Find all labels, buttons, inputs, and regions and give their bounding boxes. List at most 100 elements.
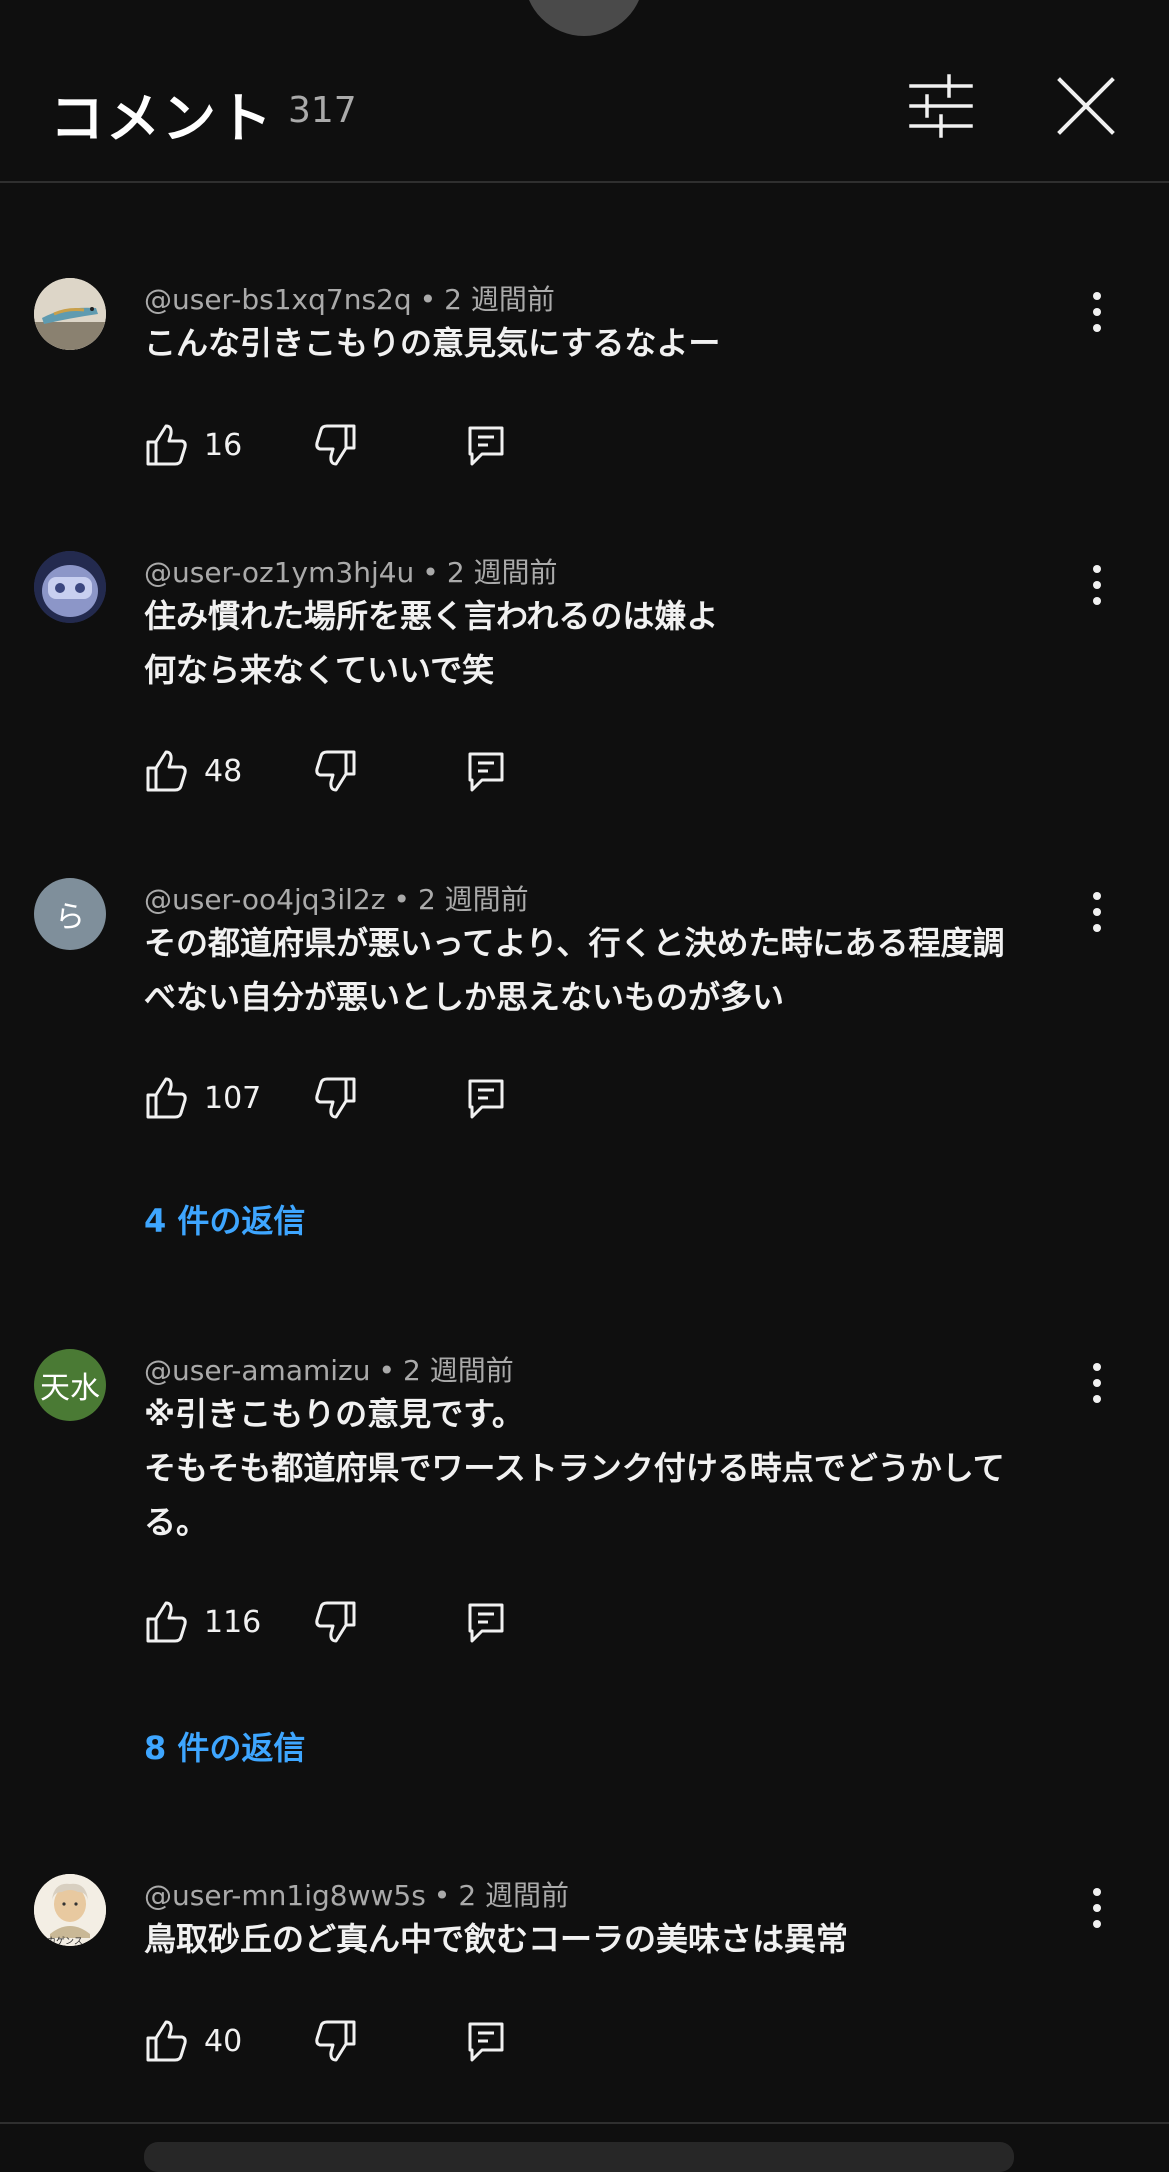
reply-button[interactable]: [464, 1599, 508, 1645]
comment-author[interactable]: @user-oz1ym3hj4u: [144, 556, 414, 589]
comment-actions: 116: [144, 1599, 544, 1649]
thumbs-down-icon: [315, 2020, 356, 2062]
like-count: 48: [204, 754, 243, 789]
more-options-button[interactable]: [1080, 1886, 1114, 1930]
comment-time: 2 週間前: [417, 883, 529, 916]
reply-comment-icon: [468, 1079, 504, 1119]
avatar-caption: ニカゲンス: [38, 1937, 83, 1946]
more-vert-icon: [1093, 292, 1101, 332]
more-options-button[interactable]: [1080, 1361, 1114, 1405]
comment-text-line: 何なら来なくていいで笑: [144, 651, 495, 689]
comment-text-line: こんな引きこもりの意見気にするなよー: [144, 324, 721, 362]
dislike-button[interactable]: [314, 748, 358, 794]
comment-text-line: 住み慣れた場所を悪く言われるのは嫌よ: [144, 597, 719, 635]
dislike-button[interactable]: [314, 2018, 358, 2064]
reply-comment-icon: [468, 426, 504, 466]
comment-text-line: 鳥取砂丘のど真ん中で飲むコーラの美味さは異常: [144, 1920, 849, 1958]
comment-text: 鳥取砂丘のど真ん中で飲むコーラの美味さは異常: [144, 1912, 1064, 1966]
thumbs-up-icon: [146, 1077, 187, 1119]
avatar-lizard-image: [34, 278, 106, 350]
comment-meta: @user-mn1ig8ww5s • 2 週間前: [144, 1879, 570, 1912]
more-options-button[interactable]: [1080, 290, 1114, 334]
reply-button[interactable]: [464, 2018, 508, 2064]
reply-comment-icon: [468, 752, 504, 792]
avatar-letter: ら: [55, 900, 85, 935]
close-icon: [1057, 77, 1115, 135]
comment-text: その都道府県が悪いってより、行くと決めた時にある程度調 べない自分が悪いとしか思…: [144, 916, 1064, 1024]
comment-text-line: る。: [144, 1503, 209, 1541]
thumbs-down-icon: [315, 750, 356, 792]
comment-actions: 107: [144, 1075, 544, 1125]
comment-author[interactable]: @user-oo4jq3il2z: [144, 883, 385, 916]
like-button[interactable]: [144, 1599, 188, 1645]
comment-meta: @user-bs1xq7ns2q • 2 週間前: [144, 283, 555, 316]
reply-button[interactable]: [464, 422, 508, 468]
like-count: 116: [204, 1605, 262, 1640]
avatar[interactable]: 天水: [34, 1349, 106, 1421]
avatar[interactable]: ら: [34, 878, 106, 950]
page-title: コメント: [50, 87, 274, 150]
comment-actions: 48: [144, 748, 544, 798]
like-count: 107: [204, 1081, 262, 1116]
filter-button[interactable]: [905, 72, 977, 140]
thumbs-down-icon: [315, 424, 356, 466]
view-replies-link[interactable]: 8 件の返信: [144, 1723, 305, 1769]
like-button[interactable]: [144, 748, 188, 794]
more-options-button[interactable]: [1080, 890, 1114, 934]
comments-header: コメント 317: [0, 0, 1169, 183]
thumbs-down-icon: [315, 1077, 356, 1119]
dislike-button[interactable]: [314, 422, 358, 468]
reply-comment-icon: [468, 1603, 504, 1643]
avatar[interactable]: [34, 551, 106, 623]
sliders-icon: [909, 74, 973, 138]
comment-count: 317: [288, 90, 357, 131]
dislike-button[interactable]: [314, 1075, 358, 1121]
comment-actions: 16: [144, 422, 544, 472]
more-vert-icon: [1093, 1888, 1101, 1928]
avatar[interactable]: [34, 278, 106, 350]
comment-text: こんな引きこもりの意見気にするなよー: [144, 316, 1064, 370]
dislike-button[interactable]: [314, 1599, 358, 1645]
reply-button[interactable]: [464, 748, 508, 794]
more-options-button[interactable]: [1080, 563, 1114, 607]
like-count: 16: [204, 428, 243, 463]
add-comment-bar[interactable]: [144, 2142, 1014, 2172]
comment-author[interactable]: @user-mn1ig8ww5s: [144, 1879, 426, 1912]
avatar-letter: 天水: [40, 1371, 100, 1406]
comment-meta: @user-oz1ym3hj4u • 2 週間前: [144, 556, 558, 589]
like-button[interactable]: [144, 422, 188, 468]
comment-actions: 40: [144, 2018, 544, 2068]
thumbs-up-icon: [146, 424, 187, 466]
comment-time: 2 週間前: [403, 1354, 514, 1387]
reply-button[interactable]: [464, 1075, 508, 1121]
comment-meta: @user-oo4jq3il2z • 2 週間前: [144, 883, 529, 916]
comment-author[interactable]: @user-bs1xq7ns2q: [144, 283, 412, 316]
comment-text-line: そもそも都道府県でワーストランク付ける時点でどうかして: [144, 1449, 1005, 1487]
reply-comment-icon: [468, 2022, 504, 2062]
comment-time: 2 週間前: [446, 556, 558, 589]
thumbs-up-icon: [146, 2020, 187, 2062]
thumbs-up-icon: [146, 750, 187, 792]
more-vert-icon: [1093, 892, 1101, 932]
more-vert-icon: [1093, 1363, 1101, 1403]
view-replies-link[interactable]: 4 件の返信: [144, 1196, 305, 1242]
avatar-robot-image: [34, 551, 106, 623]
thumbs-up-icon: [146, 1601, 187, 1643]
comment-time: 2 週間前: [444, 283, 555, 316]
close-button[interactable]: [1052, 72, 1120, 140]
comment-text: 住み慣れた場所を悪く言われるのは嫌よ 何なら来なくていいで笑: [144, 589, 1064, 697]
comment-meta: @user-amamizu • 2 週間前: [144, 1354, 514, 1387]
avatar[interactable]: ニカゲンス: [34, 1874, 106, 1946]
thumbs-down-icon: [315, 1601, 356, 1643]
comment-text-line: その都道府県が悪いってより、行くと決めた時にある程度調: [144, 924, 1005, 962]
like-button[interactable]: [144, 2018, 188, 2064]
like-count: 40: [204, 2024, 243, 2059]
comment-author[interactable]: @user-amamizu: [144, 1354, 370, 1387]
comment-text-line: べない自分が悪いとしか思えないものが多い: [144, 978, 785, 1016]
comment-time: 2 週間前: [458, 1879, 570, 1912]
divider: [0, 2122, 1169, 2124]
more-vert-icon: [1093, 565, 1101, 605]
like-button[interactable]: [144, 1075, 188, 1121]
comment-text: ※引きこもりの意見です。 そもそも都道府県でワーストランク付ける時点でどうかして…: [144, 1387, 1064, 1549]
comment-text-line: ※引きこもりの意見です。: [144, 1395, 524, 1433]
